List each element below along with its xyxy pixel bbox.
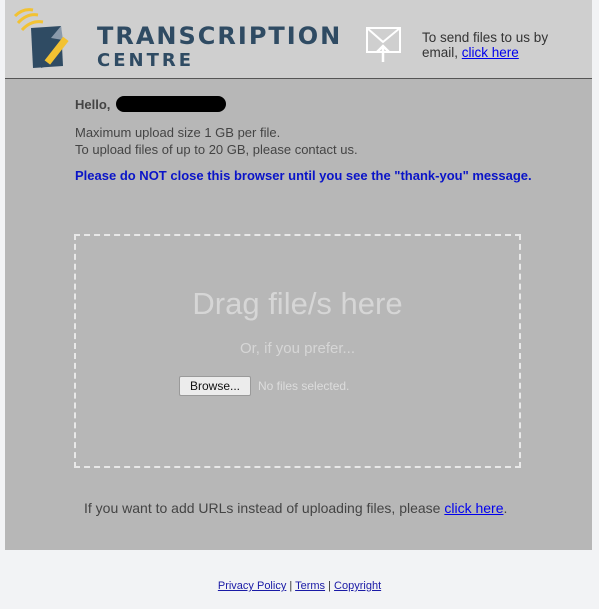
footer: Privacy Policy | Terms | Copyright — [0, 580, 599, 592]
add-urls-suffix: . — [503, 500, 508, 516]
add-urls-text: If you want to add URLs instead of uploa… — [84, 500, 507, 516]
email-instructions: To send files to us by email, click here — [422, 30, 587, 60]
header: TRANSCRIPTION CENTRE To send files to us… — [5, 0, 592, 79]
add-urls-link[interactable]: click here — [444, 500, 503, 516]
redacted-username — [116, 96, 227, 112]
copyright-link[interactable]: Copyright — [334, 580, 381, 592]
mail-upload-icon[interactable] — [365, 24, 403, 64]
brand-name: TRANSCRIPTION CENTRE — [97, 24, 342, 70]
transcription-centre-logo-icon — [13, 8, 69, 68]
file-dropzone[interactable]: Drag file/s here Or, if you prefer... Br… — [74, 234, 521, 468]
page-frame: TRANSCRIPTION CENTRE To send files to us… — [5, 0, 592, 550]
max-size-text: Maximum upload size 1 GB per file. — [75, 125, 281, 140]
dropzone-subtitle: Or, if you prefer... — [239, 340, 356, 357]
footer-separator: | — [289, 580, 293, 592]
email-click-here-link[interactable]: click here — [462, 45, 519, 60]
browse-button[interactable]: Browse... — [179, 376, 251, 396]
brand-line-2: CENTRE — [97, 50, 195, 71]
upload-limits: Maximum upload size 1 GB per file. To up… — [75, 124, 555, 158]
brand-line-1: TRANSCRIPTION — [97, 22, 343, 50]
greeting-text: Hello, — [75, 96, 111, 112]
footer-separator: | — [328, 580, 331, 592]
greeting: Hello, — [75, 96, 555, 112]
warning-message: Please do NOT close this browser until y… — [75, 168, 532, 183]
file-status: No files selected. — [258, 379, 350, 393]
upload-intro: Hello, Maximum upload size 1 GB per file… — [75, 96, 555, 184]
add-urls-prompt: If you want to add URLs instead of uploa… — [84, 500, 441, 516]
dropzone-title: Drag file/s here — [192, 286, 403, 321]
terms-link[interactable]: Terms — [295, 580, 325, 592]
contact-text: To upload files of up to 20 GB, please c… — [75, 142, 358, 157]
privacy-policy-link[interactable]: Privacy Policy — [218, 580, 286, 592]
